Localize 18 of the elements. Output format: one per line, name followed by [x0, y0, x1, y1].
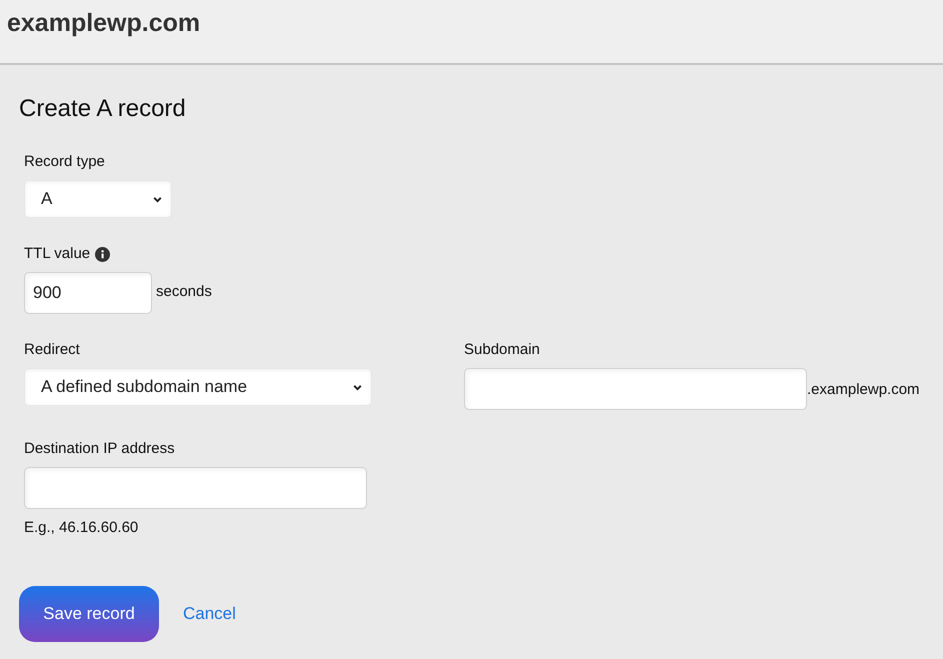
cancel-link[interactable]: Cancel — [183, 604, 236, 624]
field-label: TTL value — [24, 245, 90, 263]
field-label: Redirect — [24, 341, 80, 359]
domain-suffix: .examplewp.com — [807, 380, 920, 398]
unit-label: seconds — [156, 282, 212, 300]
input-field[interactable] — [464, 368, 807, 410]
field-label: Record type — [24, 153, 105, 171]
info-icon[interactable] — [95, 246, 110, 262]
field-label: Destination IP address — [24, 440, 175, 458]
form-title: Create A record — [19, 95, 187, 123]
site-title: examplewp.com — [7, 9, 200, 38]
input-field[interactable]: 900 — [24, 272, 152, 314]
dropdown[interactable]: A — [24, 180, 172, 218]
dropdown[interactable]: A defined subdomain name — [24, 368, 372, 406]
field-label: Subdomain — [464, 341, 540, 359]
input-field[interactable] — [24, 467, 367, 509]
save-button[interactable]: Save record — [19, 586, 159, 642]
hint-text: E.g., 46.16.60.60 — [24, 519, 138, 536]
